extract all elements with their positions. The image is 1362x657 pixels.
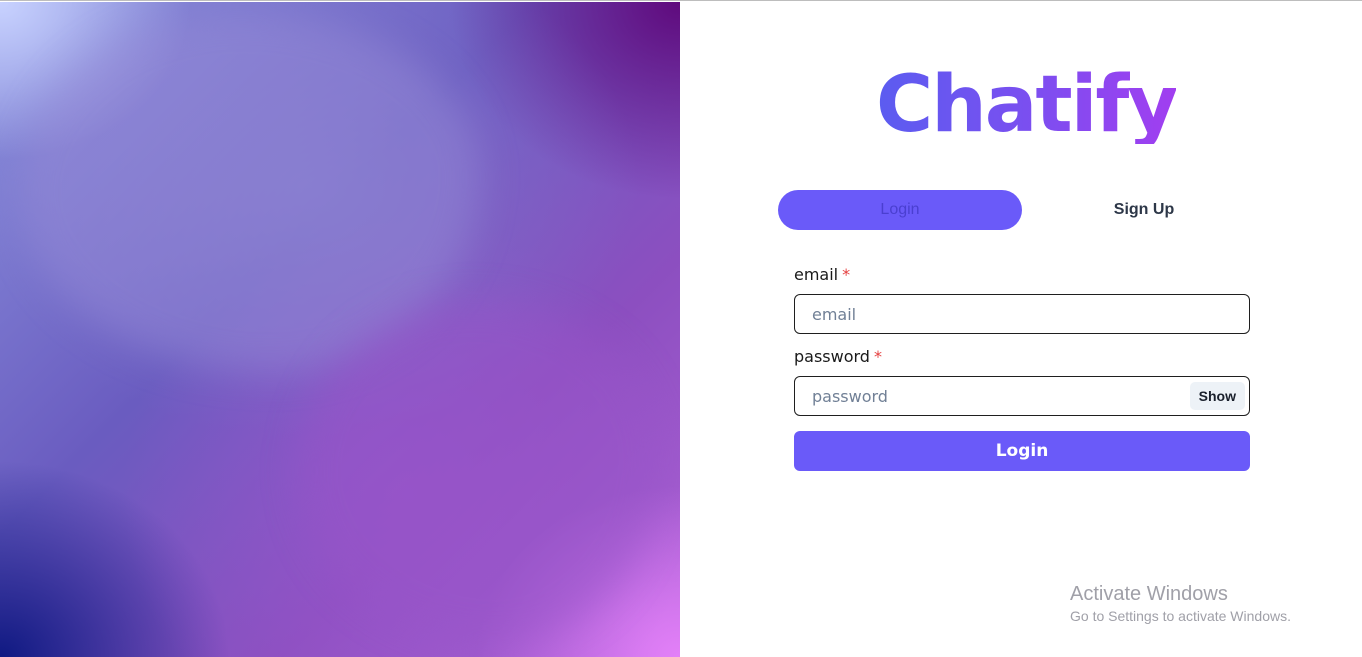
email-label-text: email	[794, 264, 839, 284]
activate-windows-watermark: Activate Windows Go to Settings to activ…	[1070, 582, 1291, 626]
email-label: email *	[794, 264, 1250, 284]
hero-gradient-image	[0, 2, 680, 657]
password-field[interactable]	[810, 385, 1174, 407]
auth-tabs: Login Sign Up	[778, 190, 1266, 230]
password-label: password *	[794, 346, 1250, 366]
watermark-subtitle: Go to Settings to activate Windows.	[1070, 608, 1291, 624]
tab-sign-up[interactable]: Sign Up	[1022, 190, 1266, 230]
email-field[interactable]	[810, 303, 1174, 325]
show-password-button[interactable]: Show	[1189, 382, 1245, 410]
app-logo: Chatify	[876, 60, 1178, 150]
auth-panel: Chatify Login Sign Up email * password *…	[680, 2, 1362, 657]
email-field-wrapper	[794, 294, 1250, 334]
login-page: Chatify Login Sign Up email * password *…	[0, 0, 1362, 657]
password-field-wrapper: Show	[794, 376, 1250, 416]
gradient-blob	[300, 302, 660, 642]
required-marker: *	[842, 264, 851, 284]
password-label-text: password	[794, 346, 870, 366]
required-marker: *	[873, 346, 882, 366]
watermark-title: Activate Windows	[1070, 583, 1228, 605]
login-form: email * password * Show Login	[794, 264, 1250, 471]
tab-login[interactable]: Login	[778, 190, 1022, 230]
login-button[interactable]: Login	[794, 431, 1250, 471]
